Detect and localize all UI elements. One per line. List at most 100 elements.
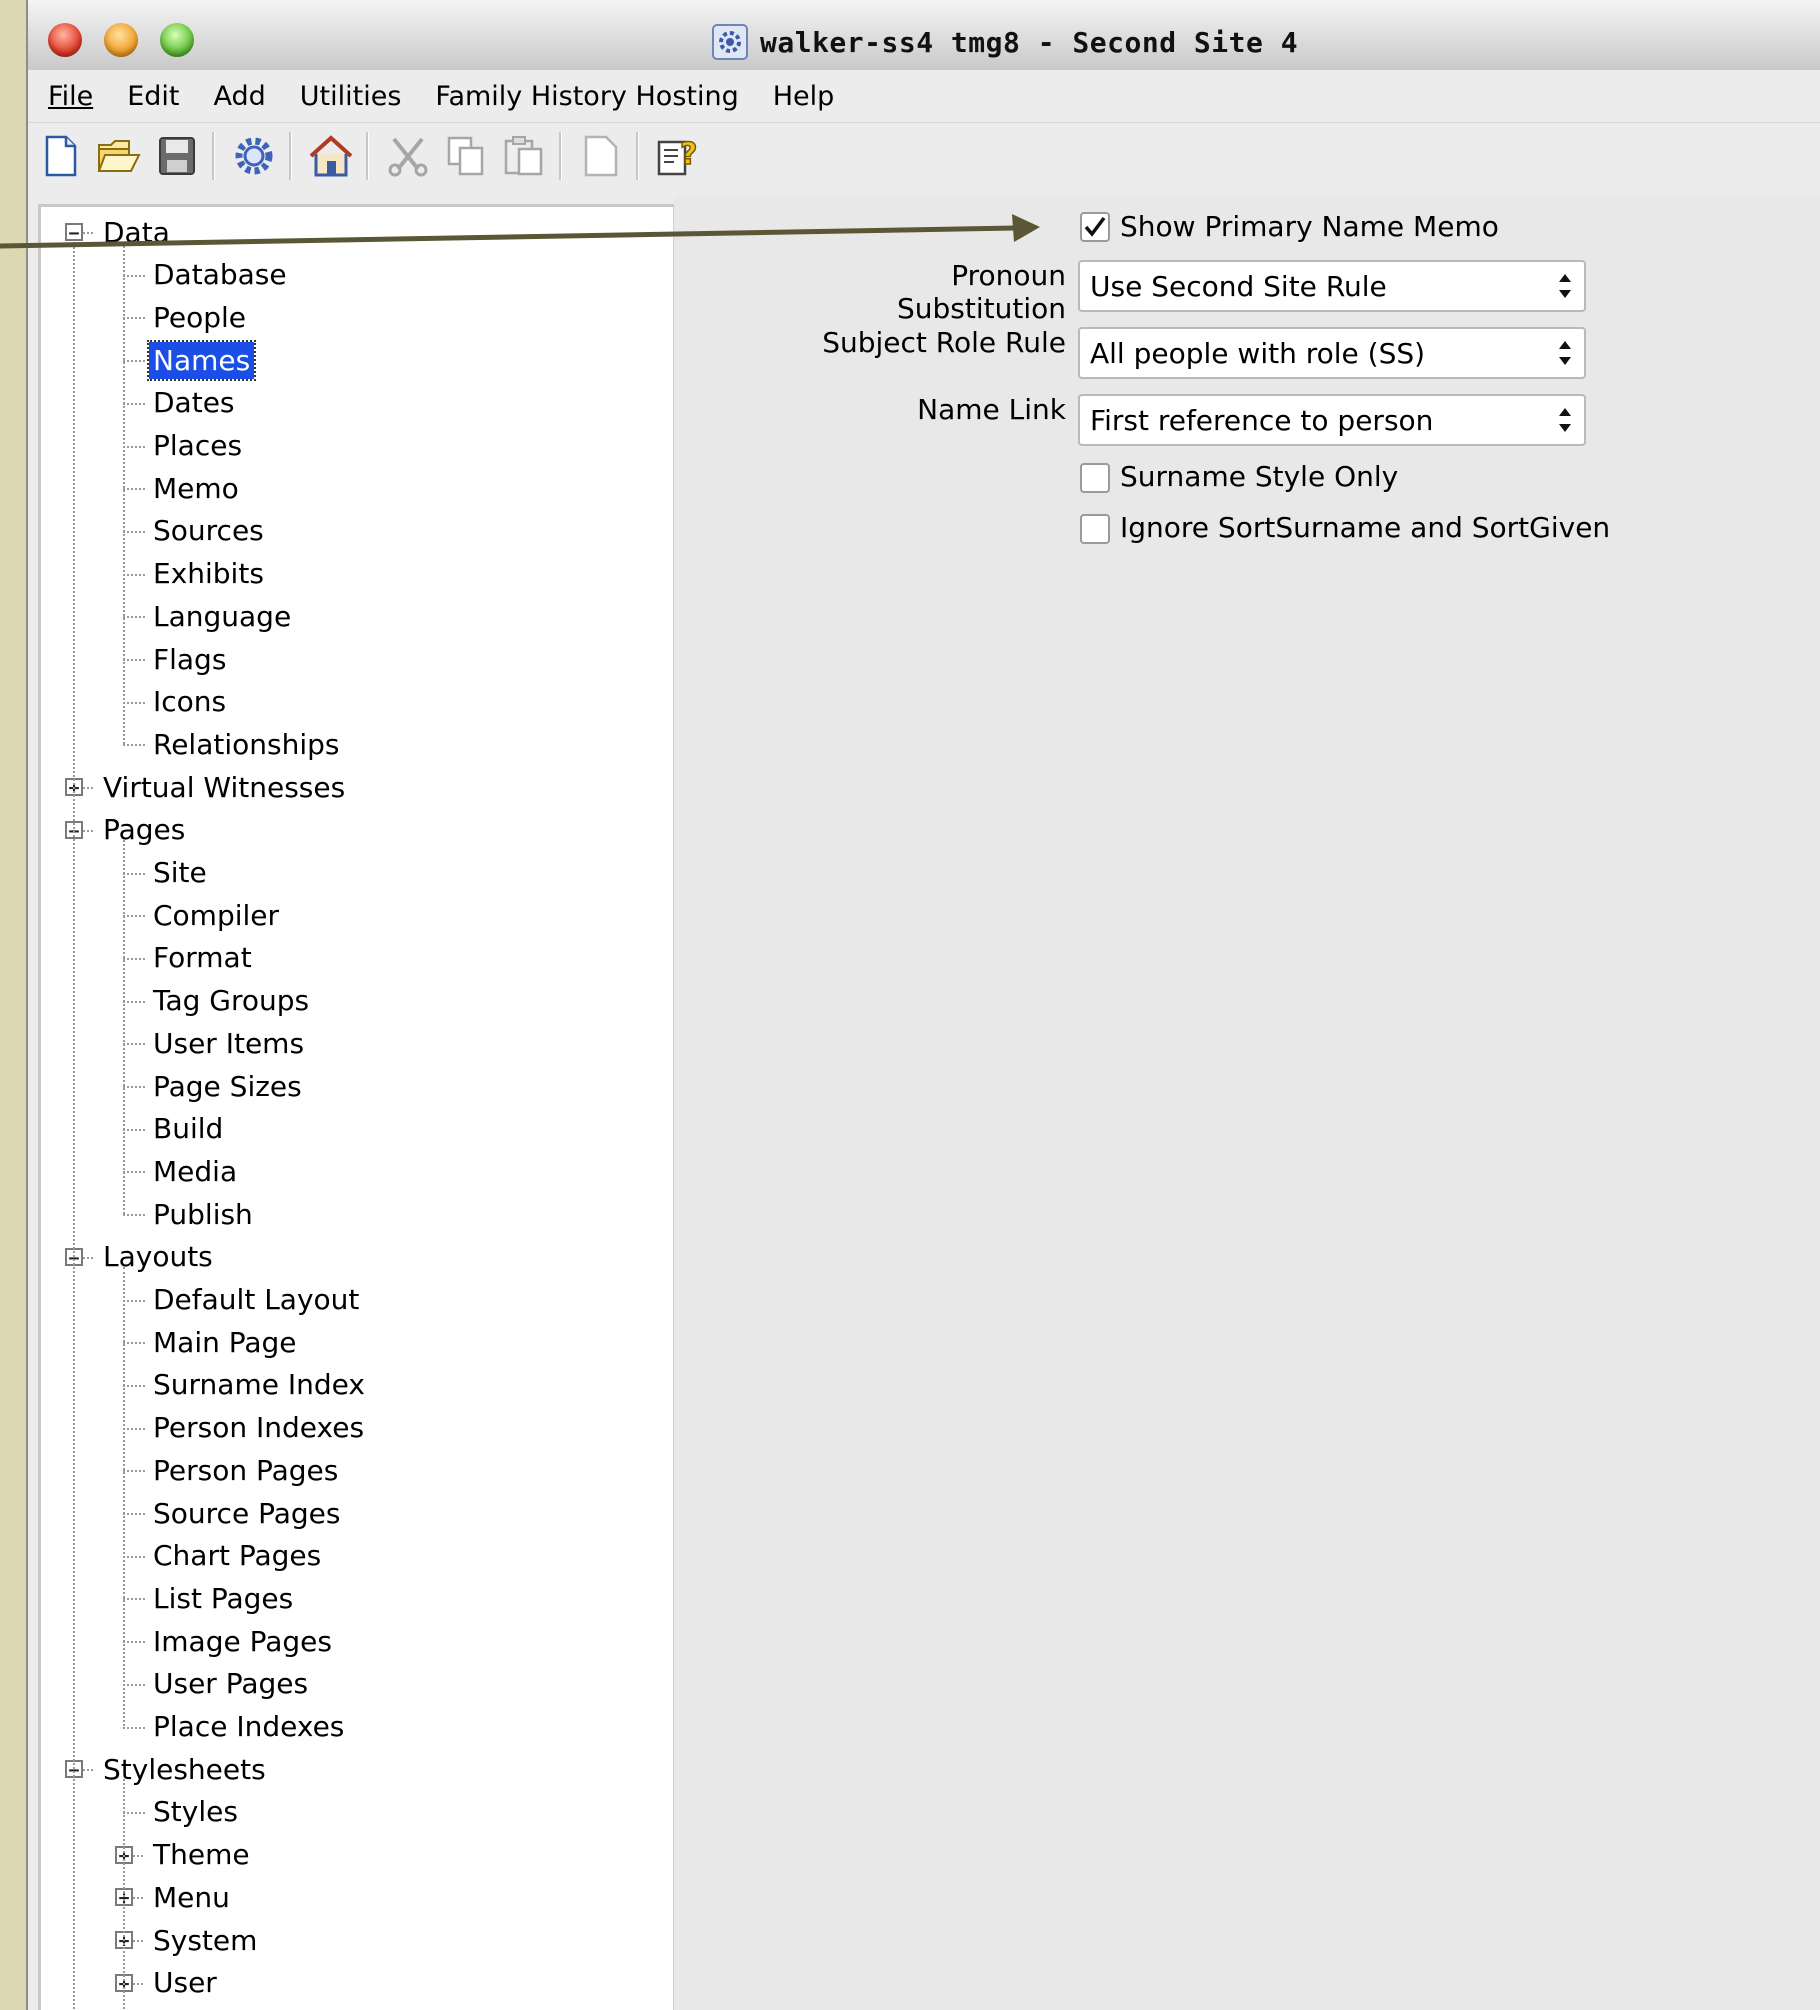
- tree-node-theme[interactable]: Theme: [149, 1834, 254, 1876]
- pronoun-substitution-select[interactable]: Use Second Site Rule: [1078, 260, 1586, 312]
- tree-node-user-items[interactable]: User Items: [149, 1022, 308, 1064]
- open-button[interactable]: [94, 129, 144, 183]
- paste-button[interactable]: [499, 129, 549, 183]
- tree-guide-line: [123, 839, 125, 1215]
- tree-node-names[interactable]: Names: [146, 339, 257, 381]
- tree-node-list-pages-label: List Pages: [153, 1581, 294, 1615]
- title-bar[interactable]: walker-ss4 tmg8 - Second Site 4: [28, 0, 1820, 71]
- close-window-button[interactable]: [48, 23, 82, 57]
- tree-node-chart-pages[interactable]: Chart Pages: [149, 1535, 325, 1577]
- toolbar-separator: [366, 132, 369, 180]
- tree-node-layouts[interactable]: Layouts: [99, 1236, 217, 1278]
- menu-help[interactable]: Help: [771, 77, 837, 116]
- show-primary-name-memo-checkbox[interactable]: [1080, 212, 1110, 242]
- home-button[interactable]: [306, 129, 356, 183]
- tree-node-exhibits-label: Exhibits: [153, 557, 264, 591]
- tree-node-system[interactable]: System: [149, 1919, 261, 1961]
- menu-family-history-hosting[interactable]: Family History Hosting: [433, 77, 740, 116]
- cut-scissors-icon: [388, 137, 428, 177]
- subject-role-rule-select[interactable]: All people with role (SS): [1078, 327, 1586, 379]
- new-button[interactable]: [36, 129, 86, 183]
- tree-node-user[interactable]: User: [149, 1962, 221, 2004]
- tree-connector: [83, 232, 93, 234]
- tree-node-format[interactable]: Format: [149, 937, 256, 979]
- tree-node-tag-groups[interactable]: Tag Groups: [149, 980, 313, 1022]
- tree-node-image-pages[interactable]: Image Pages: [149, 1620, 336, 1662]
- tree-node-list-pages[interactable]: List Pages: [149, 1577, 297, 1619]
- tree-connector: [133, 1982, 143, 1985]
- copy-button[interactable]: [441, 129, 491, 183]
- menu-utilities[interactable]: Utilities: [298, 77, 404, 116]
- tree-node-media[interactable]: Media: [149, 1150, 241, 1192]
- save-button[interactable]: [152, 129, 202, 183]
- tree-node-publish[interactable]: Publish: [149, 1193, 257, 1235]
- tree-connector: [123, 573, 145, 576]
- tree-node-database[interactable]: Database: [149, 254, 291, 296]
- name-link-select[interactable]: First reference to person: [1078, 394, 1586, 446]
- tree-node-places[interactable]: Places: [149, 425, 246, 467]
- tree-node-site[interactable]: Site: [149, 852, 211, 894]
- tree-node-menu[interactable]: Menu: [149, 1876, 234, 1918]
- help-button[interactable]: ?: [653, 129, 703, 183]
- tree-node-compiler[interactable]: Compiler: [149, 894, 283, 936]
- blank-button[interactable]: [576, 129, 626, 183]
- menu-add[interactable]: Add: [211, 77, 267, 116]
- tree-node-memo-label: Memo: [153, 471, 239, 505]
- menu-edit[interactable]: Edit: [125, 77, 181, 116]
- toolbar-separator: [636, 132, 639, 180]
- navigation-tree[interactable]: Data − Database People Names Dates Places Memo S…: [38, 204, 677, 2010]
- tree-connector: [133, 1940, 143, 1942]
- tree-connector: [123, 957, 145, 960]
- tree-node-person-pages[interactable]: Person Pages: [149, 1449, 342, 1491]
- tree-node-person-indexes[interactable]: Person Indexes: [149, 1407, 368, 1449]
- tree-node-people[interactable]: People: [149, 296, 250, 338]
- paste-icon: [504, 136, 543, 176]
- tree-node-sources[interactable]: Sources: [149, 510, 268, 552]
- tree-node-exhibits[interactable]: Exhibits: [149, 553, 268, 595]
- tree-node-icons[interactable]: Icons: [149, 681, 230, 723]
- tree-node-relationships-label: Relationships: [153, 727, 340, 761]
- tree-node-styles[interactable]: Styles: [149, 1791, 242, 1833]
- tree-node-build[interactable]: Build: [149, 1108, 227, 1150]
- tree-connector: [123, 1214, 145, 1217]
- tree-node-source-pages[interactable]: Source Pages: [149, 1492, 344, 1534]
- tree-connector: [123, 1555, 145, 1558]
- tree-node-virtual-witnesses[interactable]: Virtual Witnesses: [99, 766, 349, 808]
- tree-node-memo[interactable]: Memo: [149, 467, 243, 509]
- minimize-window-button[interactable]: [104, 23, 138, 57]
- ignore-sort-checkbox[interactable]: [1080, 514, 1110, 544]
- tree-node-person-indexes-label: Person Indexes: [153, 1411, 365, 1445]
- tree-connector: [123, 1598, 145, 1601]
- new-file-icon: [45, 135, 77, 177]
- tree-node-pages-label: Pages: [103, 813, 186, 847]
- tree-connector: [123, 1342, 145, 1345]
- names-settings-panel: Show Primary Name Memo Pronoun Substitut…: [674, 196, 1820, 2010]
- tree-connector: [123, 1513, 145, 1515]
- tree-node-flags[interactable]: Flags: [149, 638, 230, 680]
- tree-connector: [123, 1043, 145, 1046]
- tree-node-pages[interactable]: Pages: [99, 809, 189, 851]
- tree-node-language[interactable]: Language: [149, 595, 295, 637]
- menu-family-history-hosting-label: Family History Hosting: [435, 80, 739, 112]
- tree-node-sources-label: Sources: [153, 514, 264, 548]
- tree-node-dates[interactable]: Dates: [149, 382, 239, 424]
- toolbar: ?: [28, 124, 1820, 188]
- tree-node-user-pages[interactable]: User Pages: [149, 1663, 312, 1705]
- tree-node-surname-index[interactable]: Surname Index: [149, 1364, 369, 1406]
- surname-style-only-checkbox[interactable]: [1080, 463, 1110, 493]
- zoom-window-button[interactable]: [160, 23, 194, 57]
- cut-button[interactable]: [383, 129, 433, 183]
- tree-node-relationships[interactable]: Relationships: [149, 723, 343, 765]
- tree-node-place-indexes[interactable]: Place Indexes: [149, 1706, 348, 1748]
- collapse-minus-icon[interactable]: −: [65, 223, 83, 243]
- menu-file[interactable]: File: [46, 77, 95, 116]
- tree-connector: [123, 488, 145, 491]
- app-gear-icon: [712, 24, 748, 60]
- tree-node-default-layout[interactable]: Default Layout: [149, 1279, 363, 1321]
- tree-node-main-page[interactable]: Main Page: [149, 1321, 301, 1363]
- tree-node-build-label: Build: [153, 1112, 224, 1146]
- tree-node-data[interactable]: Data: [99, 211, 174, 253]
- select-arrows-icon: [1559, 274, 1571, 298]
- tree-node-page-sizes[interactable]: Page Sizes: [149, 1065, 306, 1107]
- settings-button[interactable]: [229, 129, 279, 183]
